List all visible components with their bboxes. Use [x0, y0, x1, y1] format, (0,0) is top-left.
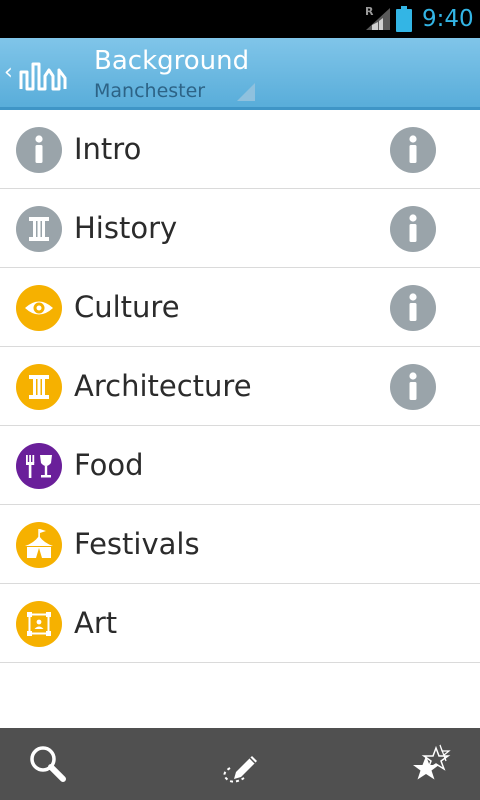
info-icon[interactable]: [390, 206, 436, 252]
list-item-label: Food: [74, 448, 144, 482]
signal-icon: [366, 8, 390, 30]
list-item-history[interactable]: History: [0, 189, 480, 268]
skyline-logo-icon[interactable]: [19, 56, 69, 92]
stars-icon[interactable]: [410, 742, 454, 786]
list-item-label: Intro: [74, 132, 142, 166]
list-item-label: Culture: [74, 290, 180, 324]
location-spinner[interactable]: Manchester: [94, 79, 205, 103]
chevron-left-icon[interactable]: ‹: [4, 60, 13, 86]
list-item-intro[interactable]: Intro: [0, 110, 480, 189]
info-icon[interactable]: [390, 285, 436, 331]
list-item-architecture[interactable]: Architecture: [0, 347, 480, 426]
bottom-toolbar: [0, 728, 480, 800]
clock: 9:40: [422, 6, 474, 32]
list-item-culture[interactable]: Culture: [0, 268, 480, 347]
list-item-label: Festivals: [74, 527, 200, 561]
fork-wine-icon: [16, 443, 62, 489]
list-item-festivals[interactable]: Festivals: [0, 505, 480, 584]
search-icon[interactable]: [26, 742, 70, 786]
page-title: Background: [94, 46, 250, 76]
info-icon[interactable]: [390, 127, 436, 173]
column-icon: [16, 364, 62, 410]
battery-icon: [396, 6, 412, 32]
list-item-label: Architecture: [74, 369, 252, 403]
tent-icon: [16, 522, 62, 568]
spinner-indicator-icon[interactable]: [237, 83, 255, 101]
status-bar: R 9:40: [0, 0, 480, 38]
list-item-label: Art: [74, 606, 118, 640]
info-icon: [16, 127, 62, 173]
eye-icon: [16, 285, 62, 331]
list-item-art[interactable]: Art: [0, 584, 480, 663]
category-list: Intro History Culture Architecture Food …: [0, 110, 480, 663]
picture-frame-icon: [16, 601, 62, 647]
column-icon: [16, 206, 62, 252]
route-pencil-icon[interactable]: [218, 742, 262, 786]
info-icon[interactable]: [390, 364, 436, 410]
list-item-food[interactable]: Food: [0, 426, 480, 505]
list-item-label: History: [74, 211, 178, 245]
